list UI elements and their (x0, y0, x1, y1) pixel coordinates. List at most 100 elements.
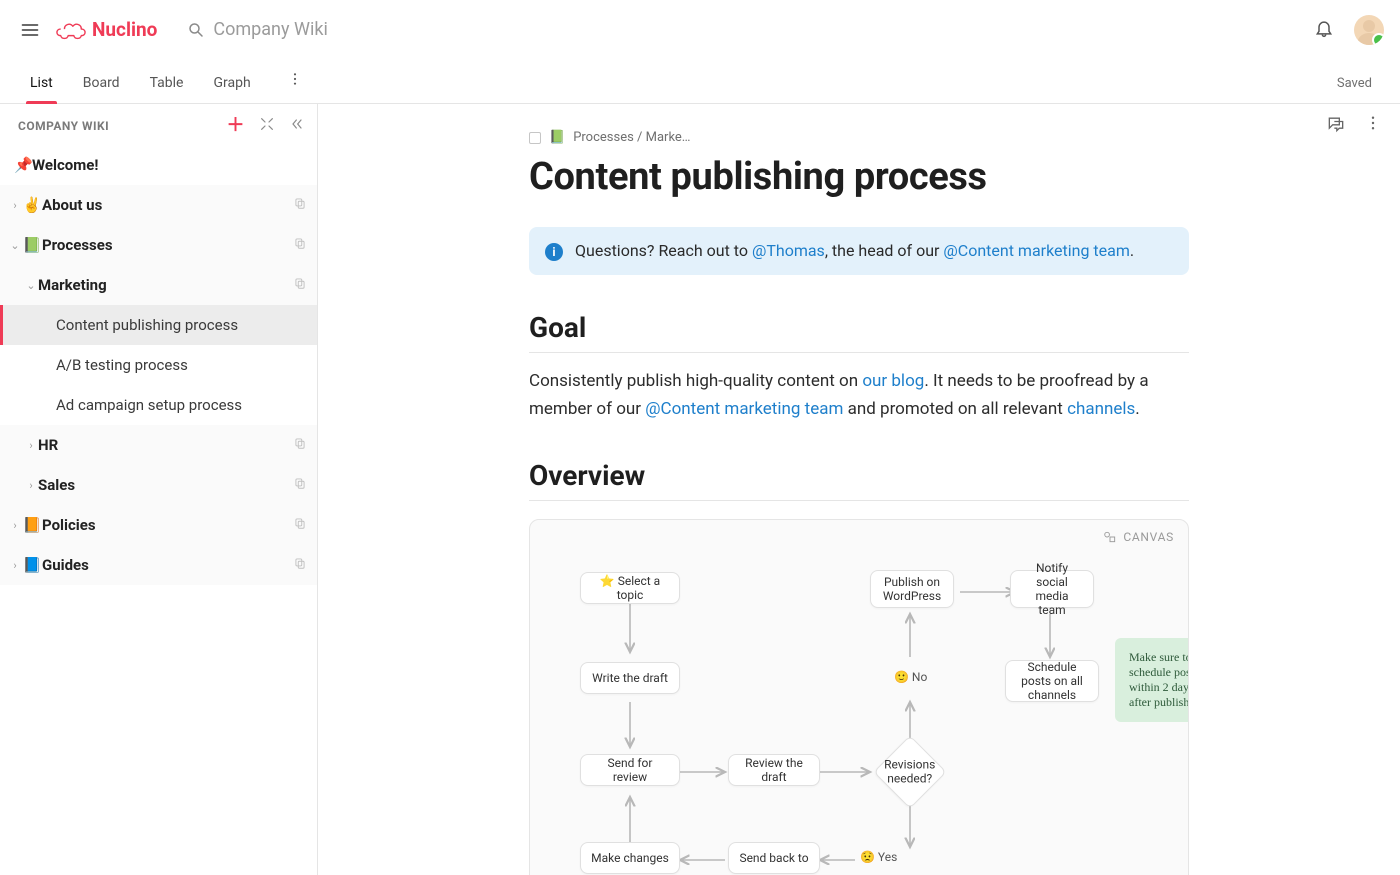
chevron-right-icon: › (8, 199, 22, 212)
chevron-right-icon: › (8, 559, 22, 572)
heading-goal: Goal (529, 311, 1189, 344)
search-placeholder: Company Wiki (213, 19, 327, 40)
chevron-down-icon: ⌄ (8, 239, 22, 252)
duplicate-icon[interactable] (293, 476, 307, 494)
divider (529, 500, 1189, 501)
search-icon (187, 21, 205, 39)
emoji-icon: ✌️ (22, 196, 42, 214)
expand-icon (259, 116, 275, 132)
breadcrumb-emoji: 📗 (549, 130, 565, 145)
duplicate-icon[interactable] (293, 236, 307, 254)
tabs-more-button[interactable] (287, 71, 303, 103)
info-icon: i (545, 243, 563, 261)
callout-text: Questions? Reach out to @Thomas, the hea… (575, 241, 1134, 260)
emoji-icon: 📗 (22, 236, 42, 254)
sticky-note[interactable]: Make sure to schedule posts within 2 day… (1115, 638, 1189, 722)
hamburger-icon (20, 20, 40, 40)
brand-brain-icon (56, 19, 86, 41)
node-send-back[interactable]: Send back to (728, 842, 820, 874)
node-schedule-posts[interactable]: Schedule posts on all channels (1005, 660, 1099, 702)
expand-sidebar-button[interactable] (259, 116, 275, 135)
tree-item-sales[interactable]: › Sales (0, 465, 317, 505)
emoji-icon: 📘 (22, 556, 42, 574)
tree-label: Processes (42, 236, 293, 254)
label-yes: 😟 Yes (860, 850, 897, 864)
collapse-sidebar-button[interactable] (289, 116, 305, 135)
topbar: Nuclino Company Wiki (0, 0, 1400, 60)
duplicate-icon[interactable] (293, 196, 307, 214)
tree-item-about-us[interactable]: › ✌️ About us (0, 185, 317, 225)
page-tree: 📌 Welcome! › ✌️ About us ⌄ 📗 Processes (0, 145, 317, 875)
pinned-welcome[interactable]: 📌 Welcome! (0, 145, 317, 185)
comments-button[interactable] (1326, 114, 1346, 138)
mention-content-team[interactable]: @Content marketing team (943, 241, 1129, 260)
search[interactable]: Company Wiki (187, 19, 327, 40)
node-select-topic[interactable]: ⭐ Select a topic (580, 572, 680, 604)
info-callout: i Questions? Reach out to @Thomas, the h… (529, 227, 1189, 275)
tree-item-processes[interactable]: ⌄ 📗 Processes (0, 225, 317, 265)
tree-label: Ad campaign setup process (56, 396, 307, 414)
duplicate-icon[interactable] (293, 516, 307, 534)
avatar-icon (1354, 15, 1384, 45)
chevron-right-icon: › (24, 439, 38, 452)
page-more-button[interactable] (1364, 114, 1382, 138)
node-make-changes[interactable]: Make changes (580, 842, 680, 874)
duplicate-icon[interactable] (293, 556, 307, 574)
label-no: 🙂 No (894, 670, 927, 684)
flowchart-canvas: ⭐ Select a topic Write the draft Send fo… (550, 542, 1168, 875)
menu-button[interactable] (16, 16, 44, 44)
page-title[interactable]: Content publishing process (529, 155, 1189, 199)
duplicate-icon[interactable] (293, 436, 307, 454)
user-avatar[interactable] (1354, 15, 1384, 45)
divider (529, 352, 1189, 353)
link-our-blog[interactable]: our blog (862, 371, 924, 391)
view-tabs: List Board Table Graph Saved (0, 60, 1400, 104)
link-channels[interactable]: channels (1067, 399, 1135, 419)
pin-icon: 📌 (14, 156, 32, 174)
breadcrumb[interactable]: 📗 Processes / Marketi… (529, 130, 1189, 145)
heading-overview: Overview (529, 459, 1189, 492)
tab-board[interactable]: Board (81, 65, 122, 103)
brand[interactable]: Nuclino (56, 18, 157, 41)
document-area: 📗 Processes / Marketi… Content publishin… (318, 104, 1400, 875)
emoji-icon: 📙 (22, 516, 42, 534)
chevron-right-icon: › (8, 519, 22, 532)
chevron-down-icon: ⌄ (24, 279, 38, 292)
tree-item-ad-campaign[interactable]: Ad campaign setup process (0, 385, 317, 425)
pinned-label: Welcome! (32, 156, 307, 174)
tree-label: Sales (38, 476, 293, 494)
node-write-draft[interactable]: Write the draft (580, 662, 680, 694)
tree-label: Content publishing process (56, 316, 307, 334)
brand-name: Nuclino (92, 18, 157, 41)
node-review-draft[interactable]: Review the draft (728, 754, 820, 786)
kebab-icon (1364, 114, 1382, 132)
mention-content-team-2[interactable]: @Content marketing team (645, 399, 843, 419)
tree-item-ab-testing[interactable]: A/B testing process (0, 345, 317, 385)
workspace-name: COMPANY WIKI (18, 119, 227, 133)
tree-item-marketing[interactable]: ⌄ Marketing (0, 265, 317, 305)
goal-paragraph: Consistently publish high-quality conten… (529, 367, 1189, 423)
node-notify-social[interactable]: Notify social media team (1010, 570, 1094, 608)
tree-item-policies[interactable]: › 📙 Policies (0, 505, 317, 545)
tree-item-content-publishing[interactable]: Content publishing process (0, 305, 317, 345)
chevrons-left-icon (289, 116, 305, 132)
tab-table[interactable]: Table (148, 65, 186, 103)
tree-item-guides[interactable]: › 📘 Guides (0, 545, 317, 585)
duplicate-icon[interactable] (293, 276, 307, 294)
tree-label: Marketing (38, 276, 293, 294)
comments-icon (1326, 114, 1346, 134)
tree-label: HR (38, 436, 293, 454)
notifications-button[interactable] (1314, 18, 1334, 42)
tab-list[interactable]: List (28, 65, 55, 103)
new-page-button[interactable]: ＋ (227, 117, 245, 135)
tree-label: Guides (42, 556, 293, 574)
node-publish-wordpress[interactable]: Publish on WordPress (870, 570, 954, 608)
node-send-review[interactable]: Send for review (580, 754, 680, 786)
canvas-embed[interactable]: CANVAS (529, 519, 1189, 875)
tab-graph[interactable]: Graph (211, 65, 252, 103)
tree-label: A/B testing process (56, 356, 307, 374)
tree-item-hr[interactable]: › HR (0, 425, 317, 465)
breadcrumb-text: Processes / Marketi… (573, 130, 693, 145)
checkbox-icon (529, 132, 541, 144)
mention-thomas[interactable]: @Thomas (752, 241, 825, 260)
